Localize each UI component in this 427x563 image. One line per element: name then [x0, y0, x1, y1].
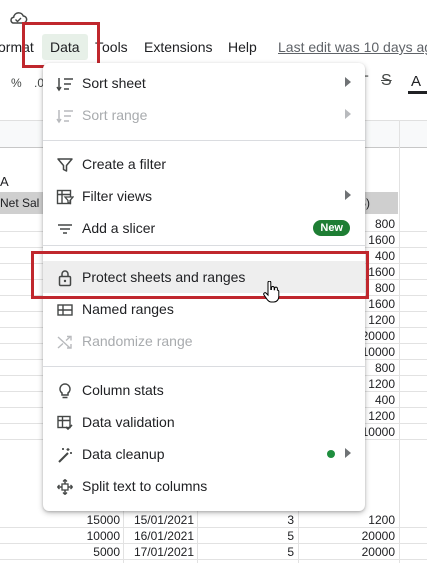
menu-item-create-a-filter[interactable]: Create a filter	[43, 148, 365, 180]
cell-a[interactable]: A	[0, 174, 9, 189]
menu-separator	[43, 366, 365, 367]
menu-item-data-cleanup[interactable]: Data cleanup	[43, 438, 365, 470]
menu-item-column-stats[interactable]: Column stats	[43, 374, 365, 406]
menu-item-label: Column stats	[82, 382, 164, 398]
cell-value[interactable]: 15/01/2021	[123, 513, 194, 527]
menu-item-label: Randomize range	[82, 333, 193, 349]
submenu-arrow-icon	[345, 448, 351, 458]
sort-icon	[56, 107, 74, 125]
hand-cursor-icon	[263, 281, 280, 303]
filter-icon	[56, 156, 74, 174]
menu-separator	[43, 245, 365, 246]
menu-item-label: Data validation	[82, 414, 175, 430]
filter-views-icon	[56, 188, 75, 206]
menu-item-label: Named ranges	[82, 301, 174, 317]
menu-separator	[43, 140, 365, 141]
protect-highlight-box	[31, 251, 369, 299]
magic-wand-icon	[56, 446, 74, 464]
grid-row-line	[0, 527, 427, 528]
text-color-button[interactable]: A	[411, 73, 421, 90]
menu-item-filter-views[interactable]: Filter views	[43, 180, 365, 212]
cell-value[interactable]: 20000	[298, 545, 395, 559]
menu-item-label: Data cleanup	[82, 446, 165, 462]
data-menu-highlight-box	[22, 22, 100, 68]
submenu-arrow-icon	[345, 109, 351, 119]
split-icon	[56, 478, 74, 496]
submenu-arrow-icon	[345, 190, 351, 200]
cell-value[interactable]: 20000	[298, 529, 395, 543]
menu-item-add-a-slicer[interactable]: Add a slicer New	[43, 212, 365, 244]
menu-item-split-text-to-columns[interactable]: Split text to columns	[43, 470, 365, 502]
cell-value[interactable]: 17/01/2021	[123, 545, 194, 559]
cell-value[interactable]: 5000	[44, 545, 120, 559]
last-edit-link[interactable]: Last edit was 10 days ag	[278, 39, 427, 55]
menu-item-label: Filter views	[82, 188, 153, 204]
percent-format-button[interactable]: %	[11, 76, 22, 90]
menu-item-randomize-range: Randomize range	[43, 325, 365, 357]
cell-value[interactable]: 15000	[44, 513, 120, 527]
menu-item-label: Add a slicer	[82, 220, 156, 236]
cell-value[interactable]: 5	[197, 545, 294, 559]
menu-item-label: Split text to columns	[82, 478, 208, 494]
lightbulb-icon	[56, 382, 74, 400]
new-badge: New	[313, 220, 350, 236]
menu-item-data-validation[interactable]: Data validation	[43, 406, 365, 438]
cell-value[interactable]: 1200	[298, 513, 395, 527]
menu-item-label: Create a filter	[82, 156, 167, 172]
cell-value[interactable]: 3	[197, 513, 294, 527]
menu-help[interactable]: Help	[228, 39, 257, 55]
sort-icon	[56, 75, 74, 93]
status-dot	[327, 450, 335, 458]
named-ranges-icon	[56, 301, 74, 319]
text-color-bar	[408, 91, 427, 94]
menu-item-sort-sheet[interactable]: Sort sheet	[43, 67, 365, 99]
grid-row-line	[0, 543, 427, 544]
submenu-arrow-icon	[345, 77, 351, 87]
strikethrough-icon[interactable]: S	[381, 72, 392, 90]
menu-item-label: Sort sheet	[82, 75, 146, 91]
menu-item-sort-range: Sort range	[43, 99, 365, 131]
shuffle-icon	[56, 333, 74, 351]
grid-row-line	[0, 559, 427, 560]
slicer-icon	[56, 220, 74, 238]
header-net-sales[interactable]: Net Sal	[0, 192, 44, 214]
cell-value[interactable]: 10000	[44, 529, 120, 543]
cell-value[interactable]: 16/01/2021	[123, 529, 194, 543]
data-validation-icon	[56, 414, 74, 432]
grid-col-line	[399, 120, 400, 563]
menu-item-label: Sort range	[82, 107, 148, 123]
cell-value[interactable]: 5	[197, 529, 294, 543]
menu-extensions[interactable]: Extensions	[144, 39, 212, 55]
